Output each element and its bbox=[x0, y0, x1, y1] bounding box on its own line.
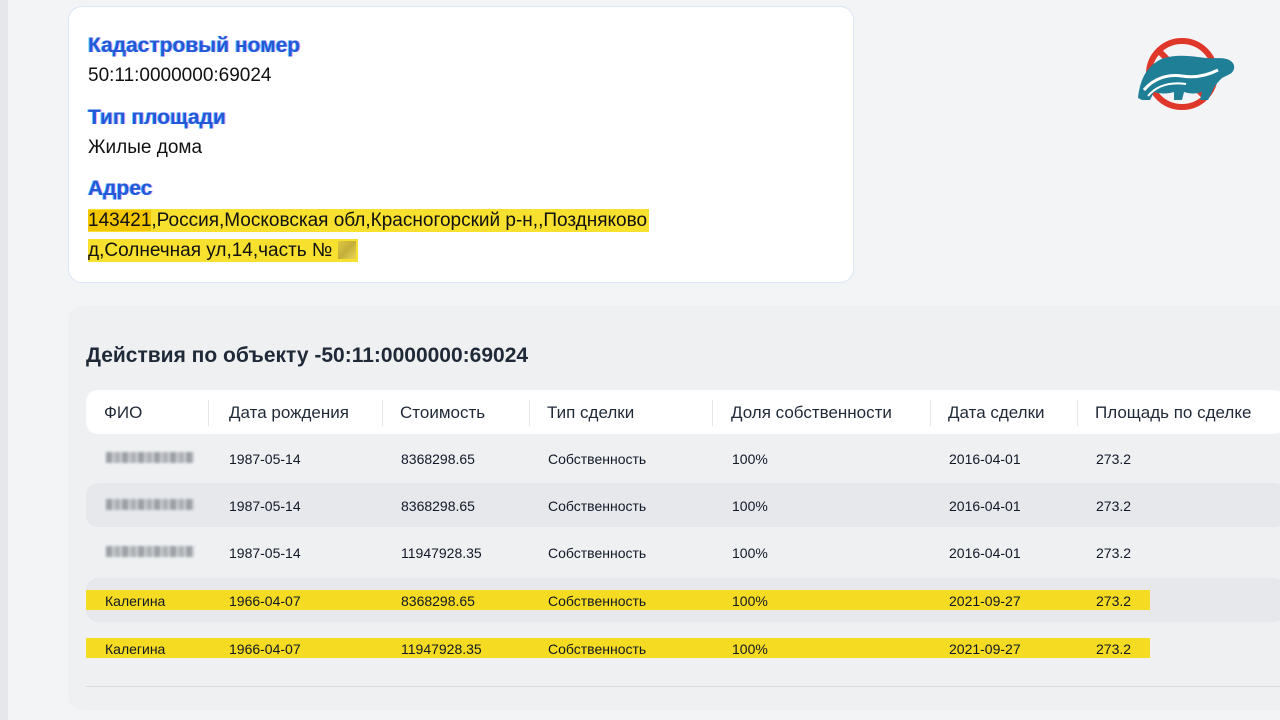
address-line-1: 143421,Россия,Московская обл,Красногорск… bbox=[88, 209, 650, 232]
table-row[interactable]: 1987-05-14 8368298.65 Собственность 100%… bbox=[86, 483, 1280, 527]
area-type-value: Жилые дома bbox=[88, 137, 203, 158]
cell-deal-type: Собственность bbox=[548, 593, 647, 609]
table-row[interactable]: 1987-05-14 8368298.65 Собственность 100%… bbox=[86, 436, 1280, 480]
cell-birth-date: 1987-05-14 bbox=[229, 451, 301, 467]
cell-deal-date: 2021-09-27 bbox=[949, 641, 1021, 657]
cadastral-label: Кадастровый номер bbox=[88, 34, 301, 57]
cell-deal-type: Собственность bbox=[548, 641, 647, 657]
blurred-name bbox=[106, 452, 194, 463]
area-type-label: Тип площади bbox=[88, 106, 226, 129]
column-divider bbox=[208, 400, 209, 426]
address-zip: 143421 bbox=[88, 210, 152, 231]
column-divider bbox=[930, 400, 931, 426]
column-header-ownership-share[interactable]: Доля собственности bbox=[731, 403, 892, 423]
cell-cost: 11947928.35 bbox=[401, 641, 482, 657]
cell-deal-type: Собственность bbox=[548, 451, 647, 467]
address-line-2-text: д,Солнечная ул,14,часть № bbox=[88, 240, 333, 261]
cell-area: 273.2 bbox=[1096, 451, 1132, 467]
cell-share: 100% bbox=[732, 545, 768, 561]
cell-share: 100% bbox=[732, 593, 768, 609]
cell-deal-type: Собственность bbox=[548, 498, 647, 514]
address-field: Адрес 143421,Россия,Московская обл,Красн… bbox=[88, 176, 650, 266]
cell-share: 100% bbox=[732, 641, 768, 657]
column-header-deal-type[interactable]: Тип сделки bbox=[547, 403, 634, 423]
cell-deal-date: 2016-04-01 bbox=[949, 451, 1021, 467]
actions-title: Действия по объекту -50:11:0000000:69024 bbox=[86, 344, 529, 367]
column-divider bbox=[529, 400, 530, 426]
cell-cost: 8368298.65 bbox=[401, 498, 475, 514]
cell-deal-type: Собственность bbox=[548, 545, 647, 561]
cell-deal-date: 2016-04-01 bbox=[949, 498, 1021, 514]
address-value: 143421,Россия,Московская обл,Красногорск… bbox=[88, 206, 650, 266]
column-header-deal-area[interactable]: Площадь по сделке bbox=[1095, 403, 1251, 423]
cell-area: 273.2 bbox=[1096, 498, 1132, 514]
cell-area: 273.2 bbox=[1096, 593, 1132, 609]
cell-share: 100% bbox=[732, 498, 768, 514]
column-divider bbox=[1077, 400, 1078, 426]
crossed-out-bear-logo-icon bbox=[1134, 34, 1238, 114]
address-line-2: д,Солнечная ул,14,часть № bbox=[88, 239, 358, 262]
table-header: ФИО Дата рождения Стоимость Тип сделки Д… bbox=[86, 390, 1280, 434]
redacted-part-number bbox=[337, 241, 356, 259]
column-divider bbox=[382, 400, 383, 426]
column-header-fio[interactable]: ФИО bbox=[104, 403, 142, 423]
cell-birth-date: 1966-04-07 bbox=[229, 641, 301, 657]
cell-birth-date: 1987-05-14 bbox=[229, 545, 301, 561]
address-label: Адрес bbox=[88, 177, 153, 200]
column-header-cost[interactable]: Стоимость bbox=[400, 403, 485, 423]
left-edge bbox=[0, 0, 8, 720]
table-row[interactable]: 1987-05-14 11947928.35 Собственность 100… bbox=[86, 530, 1280, 574]
blurred-name bbox=[106, 499, 194, 510]
column-header-deal-date[interactable]: Дата сделки bbox=[948, 403, 1045, 423]
cell-cost: 8368298.65 bbox=[401, 593, 475, 609]
cell-cost: 8368298.65 bbox=[401, 451, 475, 467]
cell-share: 100% bbox=[732, 451, 768, 467]
object-actions-panel: Действия по объекту -50:11:0000000:69024… bbox=[68, 306, 1280, 710]
address-line-1-rest: ,Россия,Московская обл,Красногорский р-н… bbox=[151, 210, 648, 231]
cell-deal-date: 2021-09-27 bbox=[949, 593, 1021, 609]
column-divider bbox=[712, 400, 713, 426]
cadastral-field: Кадастровый номер 50:11:0000000:69024 bbox=[88, 33, 300, 89]
cell-fio: Калегина bbox=[105, 593, 166, 609]
object-info-card: Кадастровый номер 50:11:0000000:69024 Ти… bbox=[68, 6, 854, 283]
cell-cost: 11947928.35 bbox=[401, 545, 482, 561]
area-type-field: Тип площади Жилые дома bbox=[88, 105, 226, 161]
table-row[interactable]: Калегина 1966-04-07 11947928.35 Собствен… bbox=[86, 626, 1280, 670]
cell-birth-date: 1966-04-07 bbox=[229, 593, 301, 609]
cell-birth-date: 1987-05-14 bbox=[229, 498, 301, 514]
column-header-birth-date[interactable]: Дата рождения bbox=[229, 403, 349, 423]
cadastral-value: 50:11:0000000:69024 bbox=[88, 65, 272, 86]
cell-area: 273.2 bbox=[1096, 545, 1132, 561]
blurred-name bbox=[106, 546, 194, 557]
cell-fio: Калегина bbox=[105, 641, 166, 657]
table-row[interactable]: Калегина 1966-04-07 8368298.65 Собственн… bbox=[86, 578, 1280, 622]
cell-deal-date: 2016-04-01 bbox=[949, 545, 1021, 561]
table-bottom-divider bbox=[86, 686, 1280, 687]
cell-area: 273.2 bbox=[1096, 641, 1132, 657]
